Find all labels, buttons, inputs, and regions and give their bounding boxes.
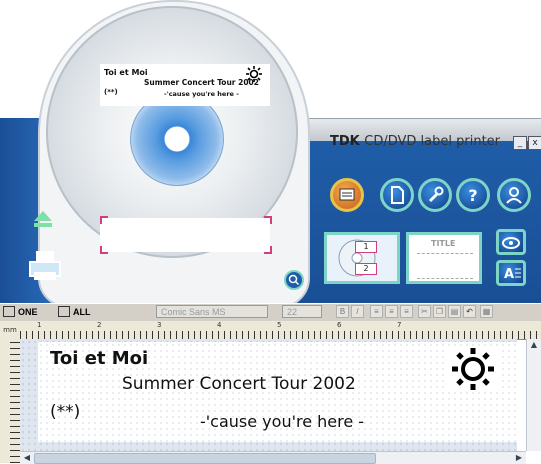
font-name-value: Comic Sans MS	[161, 307, 226, 317]
disc-design-icon	[339, 188, 355, 201]
crop-mark	[264, 216, 272, 224]
vertical-ruler	[0, 339, 21, 463]
undo-button[interactable]: ↶	[463, 305, 476, 318]
all-button[interactable]: ALL	[73, 305, 91, 319]
all-pages-icon	[58, 306, 70, 317]
one-page-icon	[3, 306, 15, 317]
italic-button[interactable]: /	[351, 305, 364, 318]
app-subtitle: CD/DVD label printer	[364, 134, 501, 149]
ruler-mark: 2	[97, 321, 102, 329]
new-document-icon	[391, 186, 404, 204]
horizontal-scrollbar[interactable]: ◀ ▶	[20, 451, 526, 464]
zoom-icon	[288, 274, 300, 286]
user-button[interactable]	[497, 178, 531, 212]
editor-text-line1[interactable]: Toi et Moi	[50, 348, 148, 369]
align-right-button[interactable]: ≡	[400, 305, 413, 318]
ruler-mark: 1	[37, 321, 42, 329]
ruler-mark: 7	[397, 321, 402, 329]
disc-label-top[interactable]: Toi et Moi Summer Concert Tour 2002 (**)…	[100, 64, 270, 106]
text-style-button[interactable]: A	[496, 260, 526, 286]
eye-icon	[502, 237, 520, 249]
font-name-select[interactable]: Comic Sans MS	[156, 305, 268, 318]
sun-image[interactable]	[448, 346, 498, 392]
help-button[interactable]: ?	[456, 178, 490, 212]
new-document-button[interactable]	[380, 178, 414, 212]
text-style-icon: A	[504, 267, 521, 282]
editor-text-line3[interactable]: (**)	[50, 402, 80, 422]
disc-text-line1: Toi et Moi	[104, 68, 148, 77]
print-icon	[29, 251, 61, 280]
bold-button[interactable]: B	[336, 305, 349, 318]
ruler-unit: mm	[3, 326, 17, 334]
disc-text-line4: -'cause you're here -	[164, 90, 239, 98]
layout-slot-2: 2	[355, 263, 377, 275]
crop-mark	[100, 216, 108, 224]
title-layout-label: TITLE	[431, 239, 456, 248]
vertical-scrollbar[interactable]: ▲	[526, 339, 541, 451]
app-title: TDK CD/DVD label printer	[330, 134, 500, 149]
zoom-button[interactable]	[284, 270, 304, 290]
scroll-up-icon[interactable]: ▲	[527, 339, 541, 351]
scroll-right-icon[interactable]: ▶	[512, 452, 526, 464]
horizontal-ruler: mm 1 2 3 4 5 6 7	[0, 321, 541, 340]
svg-text:A: A	[504, 267, 514, 282]
ruler-mark: 3	[157, 321, 162, 329]
toolbar-extra-button[interactable]: ▦	[480, 305, 493, 318]
title-layout-thumbnail[interactable]: TITLE	[406, 232, 482, 284]
sun-icon	[246, 66, 262, 82]
settings-button[interactable]	[418, 178, 452, 212]
title-layout-lines	[417, 253, 473, 279]
print-button[interactable]	[26, 248, 66, 284]
editor-text-line4[interactable]: -'cause you're here -	[200, 412, 364, 431]
disc-label-bottom[interactable]	[100, 218, 270, 252]
crop-mark	[100, 246, 108, 254]
layout-slot-1: 1	[355, 241, 377, 253]
preview-button[interactable]	[496, 229, 526, 255]
paste-button[interactable]: ▤	[448, 305, 461, 318]
horizontal-scroll-thumb[interactable]	[34, 453, 376, 464]
brand-logo: TDK	[330, 134, 360, 149]
disc-hub	[130, 92, 224, 186]
font-size-value: 22	[287, 307, 298, 317]
font-size-select[interactable]: 22	[282, 305, 322, 318]
minimize-button[interactable]: _	[513, 136, 527, 150]
format-toolbar: ONE ALL Comic Sans MS 22 B / ≡ ≡ ≡ ✂ ❐ ▤…	[0, 303, 541, 322]
eject-icon	[34, 211, 52, 227]
user-icon	[506, 187, 522, 204]
eject-button[interactable]	[30, 208, 56, 230]
label-page[interactable]: Toi et Moi Summer Concert Tour 2002 (**)…	[38, 342, 517, 442]
align-center-button[interactable]: ≡	[385, 305, 398, 318]
sun-icon	[452, 348, 494, 390]
settings-icon	[428, 186, 444, 203]
close-button[interactable]: x	[528, 136, 541, 150]
editor-text-line2[interactable]: Summer Concert Tour 2002	[122, 374, 356, 394]
ruler-ticks	[20, 331, 541, 339]
scroll-left-icon[interactable]: ◀	[20, 452, 34, 464]
ruler-mark: 4	[217, 321, 222, 329]
copy-button[interactable]: ❐	[433, 305, 446, 318]
one-button[interactable]: ONE	[18, 305, 38, 319]
vertical-ruler-ticks	[10, 339, 20, 463]
ruler-mark: 6	[337, 321, 342, 329]
cut-button[interactable]: ✂	[418, 305, 431, 318]
disc-layout-thumbnail[interactable]: 1 2	[324, 232, 400, 284]
align-left-button[interactable]: ≡	[370, 305, 383, 318]
ruler-mark: 5	[277, 321, 282, 329]
disc-design-button[interactable]	[330, 178, 364, 212]
disc-text-line3: (**)	[104, 88, 118, 96]
help-icon: ?	[468, 186, 477, 205]
crop-mark	[264, 246, 272, 254]
disc-text-line2: Summer Concert Tour 2002	[144, 78, 259, 87]
svg-text:?: ?	[468, 186, 477, 205]
